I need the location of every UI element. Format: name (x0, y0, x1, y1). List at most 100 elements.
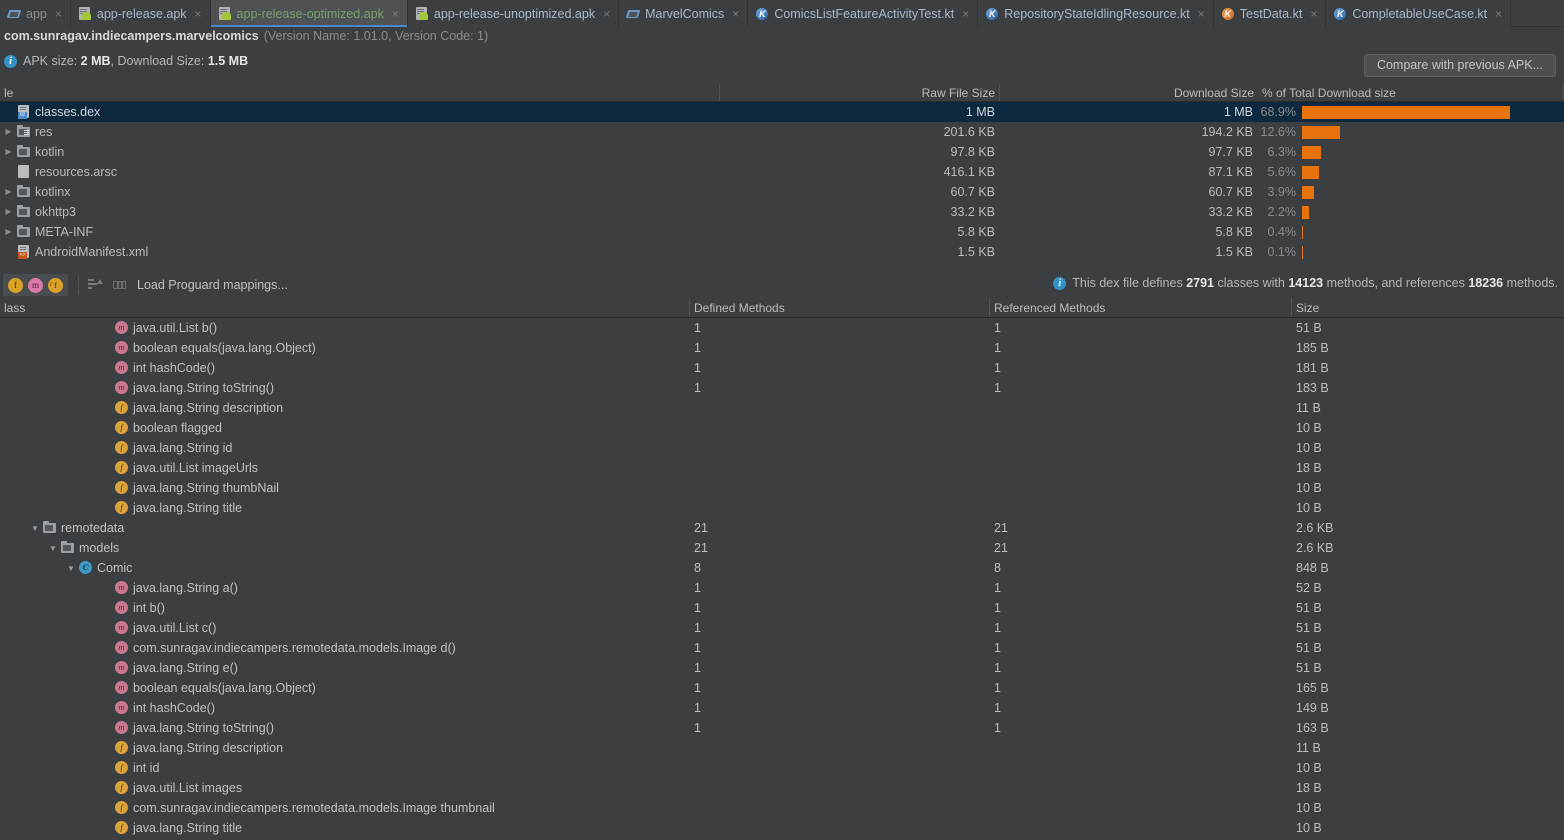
dex-info-prefix: This dex file defines (1072, 276, 1187, 290)
editor-tab-app[interactable]: app × (0, 0, 71, 27)
dex-tree-row[interactable]: ▼mjava.util.List b() 1 1 51 B (0, 318, 1564, 338)
tab-close-icon[interactable]: × (1310, 8, 1317, 20)
tab-close-icon[interactable]: × (55, 8, 62, 20)
dex-node-name-cell: ▼ remotedata (0, 521, 690, 535)
dex-tree-row[interactable]: ▼fjava.util.List images 18 B (0, 778, 1564, 798)
defined-methods-cell: 1 (694, 361, 701, 375)
referenced-methods-cell: 1 (994, 661, 1001, 675)
download-size-cell: 60.7 KB (1208, 185, 1253, 199)
tab-label: RepositoryStateIdlingResource.kt (1004, 6, 1190, 21)
dex-tree-row[interactable]: ▼fboolean flagged 10 B (0, 418, 1564, 438)
dex-tree-row[interactable]: ▼ models 21 21 2.6 KB (0, 538, 1564, 558)
editor-tab-marvelcomics[interactable]: MarvelComics × (619, 0, 749, 27)
expand-arrow-icon[interactable]: ▶ (4, 202, 13, 222)
column-header-download-size[interactable]: Download Size (1000, 84, 1258, 101)
dex-tree-row[interactable]: ▼mcom.sunragav.indiecampers.remotedata.m… (0, 638, 1564, 658)
column-header-file[interactable]: le (0, 84, 720, 101)
dex-filter-group: f m rf (3, 274, 68, 296)
tab-label: app-release-optimized.apk (236, 6, 384, 21)
editor-tab-completableusecase-kt[interactable]: K CompletableUseCase.kt × (1326, 0, 1512, 27)
referenced-methods-cell: 1 (994, 641, 1001, 655)
dex-tree-row[interactable]: ▼fjava.lang.String id 10 B (0, 438, 1564, 458)
file-name-label: resources.arsc (35, 165, 117, 179)
column-header-defined-methods[interactable]: Defined Methods (690, 298, 990, 317)
tab-close-icon[interactable]: × (195, 8, 202, 20)
file-table-row[interactable]: ▶<>AndroidManifest.xml1.5 KB1.5 KB0.1% (0, 242, 1564, 262)
editor-tab-comicslistfeatureactivitytest-kt[interactable]: K ComicsListFeatureActivityTest.kt × (748, 0, 979, 27)
file-table-row[interactable]: ▶ okhttp3 33.2 KB 33.2 KB 2.2% (0, 202, 1564, 222)
show-fields-filter-icon[interactable]: f (8, 277, 23, 293)
tab-close-icon[interactable]: × (603, 8, 610, 20)
dex-tree-row[interactable]: ▼mboolean equals(java.lang.Object) 1 1 185 … (0, 338, 1564, 358)
tab-close-icon[interactable]: × (1495, 8, 1502, 20)
editor-tab-testdata-kt[interactable]: K TestData.kt × (1213, 0, 1327, 27)
dex-statistics-message: i This dex file defines 2791 classes wit… (1053, 276, 1558, 290)
dex-tree-row[interactable]: ▼fcom.sunragav.indiecampers.remotedata.m… (0, 798, 1564, 818)
raw-file-size-cell: 97.8 KB (950, 145, 995, 159)
dex-tree-row[interactable]: ▼mint hashCode() 1 1 181 B (0, 358, 1564, 378)
dex-tree-row[interactable]: ▼fjava.lang.String description 11 B (0, 738, 1564, 758)
file-table-row[interactable]: ▶resources.arsc 416.1 KB 87.1 KB 5.6% (0, 162, 1564, 182)
file-table-row[interactable]: ▶ META-INF 5.8 KB 5.8 KB 0.4% (0, 222, 1564, 242)
column-header-class[interactable]: lass (0, 298, 690, 317)
dex-node-label: java.util.List imageUrls (133, 461, 259, 475)
show-methods-filter-icon[interactable]: m (28, 277, 43, 293)
size-cell: 51 B (1296, 641, 1322, 655)
editor-tab-repositorystateidlingresource-kt[interactable]: K RepositoryStateIdlingResource.kt × (978, 0, 1214, 27)
method-icon: m (114, 701, 130, 715)
dex-tree-row[interactable]: ▼ remotedata 21 21 2.6 KB (0, 518, 1564, 538)
file-table-row[interactable]: ▶ kotlinx 60.7 KB 60.7 KB 3.9% (0, 182, 1564, 202)
tab-close-icon[interactable]: × (392, 8, 399, 20)
expand-arrow-icon[interactable]: ▶ (4, 142, 13, 162)
referenced-methods-cell: 8 (994, 561, 1001, 575)
dex-node-label: java.lang.String e() (133, 661, 238, 675)
dex-tree-row[interactable]: ▼fjava.lang.String title 10 B (0, 498, 1564, 518)
editor-tab-app-release-unoptimized-apk[interactable]: app-release-unoptimized.apk × (407, 0, 620, 27)
dex-tree-row[interactable]: ▼mboolean equals(java.lang.Object) 1 1 165 … (0, 678, 1564, 698)
expand-arrow-icon[interactable]: ▶ (4, 222, 13, 242)
column-header-percent-total[interactable]: % of Total Download size (1258, 84, 1564, 101)
file-table-row[interactable]: ▶ kotlin 97.8 KB 97.7 KB 6.3% (0, 142, 1564, 162)
percent-bar (1302, 226, 1304, 239)
dex-tree-row[interactable]: ▼fjava.lang.String title 10 B (0, 818, 1564, 838)
dex-tree-row[interactable]: ▼fjava.util.List imageUrls 18 B (0, 458, 1564, 478)
kotlin-icon: K (755, 7, 769, 21)
show-referenced-filter-icon[interactable]: rf (48, 277, 63, 293)
show-bytecode-icon[interactable] (111, 277, 129, 293)
method-icon: m (114, 341, 130, 355)
expand-triangle-icon[interactable]: ▼ (46, 544, 60, 553)
field-icon: f (114, 421, 130, 435)
expand-triangle-icon[interactable]: ▼ (64, 564, 78, 573)
dex-tree-row[interactable]: ▼mjava.lang.String toString() 1 1 163 B (0, 718, 1564, 738)
dex-tree-row[interactable]: ▼mjava.lang.String e() 1 1 51 B (0, 658, 1564, 678)
percent-bar-cell (1302, 242, 1564, 262)
file-table-row[interactable]: ▶01classes.dex1 MB1 MB68.9% (0, 102, 1564, 122)
column-header-raw-file-size[interactable]: Raw File Size (720, 84, 1000, 101)
percent-cell: 6.3% (1267, 145, 1297, 159)
file-table-row[interactable]: ▶ res 201.6 KB 194.2 KB 12.6% (0, 122, 1564, 142)
expand-arrow-icon[interactable]: ▶ (4, 122, 13, 142)
column-header-size[interactable]: Size (1292, 298, 1564, 317)
tab-close-icon[interactable]: × (732, 8, 739, 20)
expand-arrow-icon[interactable]: ▶ (4, 182, 13, 202)
column-header-referenced-methods[interactable]: Referenced Methods (990, 298, 1292, 317)
compare-with-previous-apk-button[interactable]: Compare with previous APK... (1363, 54, 1556, 77)
dex-tree-row[interactable]: ▼mint hashCode() 1 1 149 B (0, 698, 1564, 718)
dex-tree-row[interactable]: ▼mjava.lang.String a() 1 1 52 B (0, 578, 1564, 598)
load-proguard-mappings-link[interactable]: Load Proguard mappings... (137, 278, 288, 292)
editor-tab-app-release-apk[interactable]: app-release.apk × (70, 0, 211, 27)
dex-tree-row[interactable]: ▼ C Comic 8 8 848 B (0, 558, 1564, 578)
sort-by-size-icon[interactable] (87, 277, 105, 293)
tab-close-icon[interactable]: × (1198, 8, 1205, 20)
dex-tree-row[interactable]: ▼mjava.lang.String toString() 1 1 183 B (0, 378, 1564, 398)
dex-tree-row[interactable]: ▼fjava.lang.String thumbNail 10 B (0, 478, 1564, 498)
expand-triangle-icon[interactable]: ▼ (28, 524, 42, 533)
tab-close-icon[interactable]: × (962, 8, 969, 20)
dex-tree-row[interactable]: ▼mjava.util.List c() 1 1 51 B (0, 618, 1564, 638)
file-table-header: le Raw File Size Download Size % of Tota… (0, 84, 1564, 102)
dex-tree-row[interactable]: ▼fint id 10 B (0, 758, 1564, 778)
size-cell: 2.6 KB (1296, 541, 1334, 555)
dex-tree-row[interactable]: ▼mint b() 1 1 51 B (0, 598, 1564, 618)
dex-tree-row[interactable]: ▼fjava.lang.String description 11 B (0, 398, 1564, 418)
editor-tab-app-release-optimized-apk[interactable]: app-release-optimized.apk × (210, 0, 408, 27)
